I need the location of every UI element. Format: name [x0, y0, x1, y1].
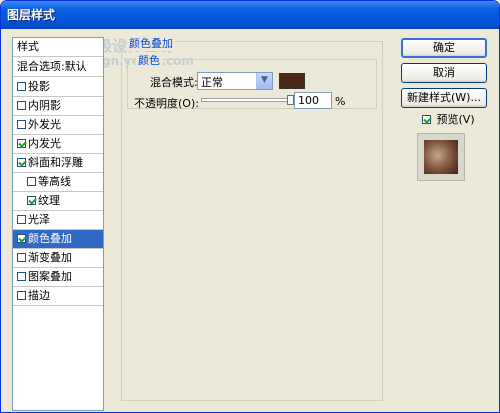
chevron-down-icon[interactable]: ▼	[256, 73, 272, 89]
style-list-item[interactable]: 外发光	[13, 116, 103, 135]
blend-mode-label: 混合模式:	[150, 76, 198, 89]
blend-options-item[interactable]: 混合选项:默认	[13, 58, 103, 77]
style-list-item[interactable]: 内发光	[13, 135, 103, 154]
new-style-button[interactable]: 新建样式(W)...	[401, 88, 487, 108]
opacity-slider-track[interactable]	[201, 98, 291, 102]
style-list-item[interactable]: 渐变叠加	[13, 249, 103, 268]
preview-image	[424, 140, 458, 174]
color-subgroup-title: 颜色	[136, 52, 162, 68]
style-list-item-label: 光泽	[28, 213, 50, 226]
checkbox-icon[interactable]	[17, 272, 26, 281]
style-list-item[interactable]: 图案叠加	[13, 268, 103, 287]
blend-mode-select[interactable]: 正常 ▼	[197, 72, 273, 90]
style-list-item[interactable]: 等高线	[13, 173, 103, 192]
layer-style-dialog: 图层样式 天极设计在线 design.yesky.com 样式 混合选项:默认 …	[0, 0, 500, 413]
style-list-header[interactable]: 样式	[13, 38, 103, 57]
title-bar[interactable]: 图层样式	[1, 1, 499, 29]
color-swatch[interactable]	[279, 73, 305, 89]
opacity-unit: %	[335, 95, 346, 108]
color-overlay-title: 颜色叠加	[127, 35, 175, 51]
style-list-item-label: 纹理	[38, 194, 60, 207]
opacity-label: 不透明度(O):	[134, 97, 199, 110]
checkbox-icon[interactable]	[17, 158, 26, 167]
checkbox-icon[interactable]	[27, 177, 36, 186]
style-list: 样式 混合选项:默认 投影内阴影外发光内发光斜面和浮雕等高线纹理光泽颜色叠加渐变…	[12, 37, 104, 411]
style-list-item-label: 内发光	[28, 137, 61, 150]
ok-button[interactable]: 确定	[401, 38, 487, 58]
cancel-button[interactable]: 取消	[401, 63, 487, 83]
style-list-item-label: 等高线	[38, 175, 71, 188]
style-list-item[interactable]: 投影	[13, 78, 103, 97]
style-list-item[interactable]: 颜色叠加	[13, 230, 103, 249]
style-list-item-label: 外发光	[28, 118, 61, 131]
checkbox-icon[interactable]	[27, 196, 36, 205]
checkbox-icon[interactable]	[17, 291, 26, 300]
preview-thumbnail	[417, 133, 465, 181]
checkbox-icon[interactable]	[17, 215, 26, 224]
checkbox-icon[interactable]	[17, 101, 26, 110]
preview-checkbox[interactable]: 预览(V)	[422, 111, 475, 127]
opacity-slider-thumb[interactable]	[287, 95, 294, 105]
preview-check-icon[interactable]	[422, 115, 431, 124]
style-list-item-label: 内阴影	[28, 99, 61, 112]
blend-mode-value: 正常	[201, 76, 223, 89]
opacity-input[interactable]: 100	[294, 92, 332, 109]
dialog-body: 天极设计在线 design.yesky.com 样式 混合选项:默认 投影内阴影…	[4, 29, 496, 411]
style-list-item-label: 斜面和浮雕	[28, 156, 83, 169]
style-list-item-label: 投影	[28, 80, 50, 93]
checkbox-icon[interactable]	[17, 82, 26, 91]
style-list-item-label: 渐变叠加	[28, 251, 72, 264]
style-list-item-label: 图案叠加	[28, 270, 72, 283]
style-list-item[interactable]: 斜面和浮雕	[13, 154, 103, 173]
preview-label: 预览(V)	[436, 113, 475, 126]
checkbox-icon[interactable]	[17, 139, 26, 148]
checkbox-icon[interactable]	[17, 253, 26, 262]
style-list-item-label: 描边	[28, 289, 50, 302]
checkbox-icon[interactable]	[17, 120, 26, 129]
checkbox-icon[interactable]	[17, 234, 26, 243]
style-list-item[interactable]: 光泽	[13, 211, 103, 230]
style-list-item[interactable]: 描边	[13, 287, 103, 306]
style-list-item-label: 颜色叠加	[28, 232, 72, 245]
window-title: 图层样式	[7, 8, 56, 22]
style-list-item[interactable]: 纹理	[13, 192, 103, 211]
style-list-item[interactable]: 内阴影	[13, 97, 103, 116]
